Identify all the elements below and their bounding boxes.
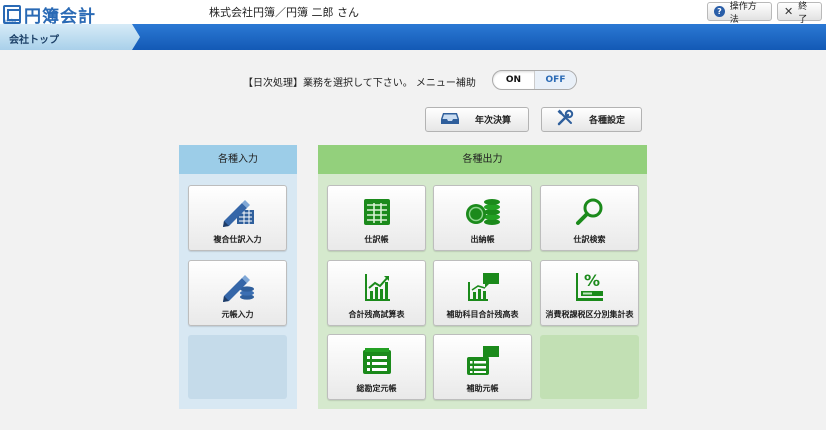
general-ledger-label: 総勘定元帳 — [356, 384, 397, 393]
journal-search-button[interactable]: 仕訳検索 — [540, 185, 639, 251]
chart-flag-icon — [465, 270, 501, 304]
percent-chart-icon: % — [574, 270, 606, 304]
general-ledger-button[interactable]: 総勘定元帳 — [327, 334, 426, 400]
settings-label: 各種設定 — [589, 116, 626, 126]
app-header: 円簿会計 株式会社円簿／円簿 二郎 さん ? 操作方法 ✕ 終了 — [0, 0, 826, 27]
input-panel-title: 各種入力 — [179, 145, 297, 174]
sub-ledger-button[interactable]: 補助元帳 — [433, 334, 532, 400]
sub-ledger-label: 補助元帳 — [466, 384, 499, 393]
menu-assist-toggle[interactable]: ON OFF — [492, 70, 577, 90]
exit-button[interactable]: ✕ 終了 — [777, 2, 822, 25]
journal-book-button[interactable]: 仕訳帳 — [327, 185, 426, 251]
tab-company-top-label: 会社トップ — [9, 35, 59, 46]
inbox-tray-icon — [440, 111, 460, 128]
help-button[interactable]: ? 操作方法 — [707, 2, 772, 25]
journal-book-label: 仕訳帳 — [364, 235, 389, 244]
trial-balance-label: 合計残高試算表 — [348, 310, 405, 319]
cash-book-button[interactable]: 出納帳 — [433, 185, 532, 251]
svg-text:%: % — [584, 271, 600, 290]
consumption-tax-summary-label: 消費税課税区分別集計表 — [545, 310, 634, 319]
toggle-on-option[interactable]: ON — [493, 71, 534, 89]
sub-account-balance-label: 補助科目合計残高表 — [446, 310, 519, 319]
spreadsheet-icon — [362, 195, 392, 229]
wrench-screwdriver-icon — [556, 109, 574, 130]
help-label: 操作方法 — [729, 1, 757, 25]
ledger-entry-label: 元帳入力 — [221, 310, 254, 319]
output-panel-title: 各種出力 — [318, 145, 647, 174]
magnifier-icon — [575, 195, 605, 229]
compound-journal-entry-label: 複合仕訳入力 — [213, 235, 262, 244]
ledger-list-icon — [361, 344, 393, 378]
tab-company-top[interactable]: 会社トップ — [0, 24, 140, 50]
consumption-tax-summary-button[interactable]: % 消費税課税区分別集計表 — [540, 260, 639, 326]
instruction-text: 【日次処理】業務を選択して下さい。 メニュー補助 — [243, 78, 476, 89]
toggle-off-option[interactable]: OFF — [534, 71, 576, 89]
trial-balance-button[interactable]: 合計残高試算表 — [327, 260, 426, 326]
sub-account-balance-button[interactable]: 補助科目合計残高表 — [433, 260, 532, 326]
cash-book-label: 出納帳 — [470, 235, 495, 244]
settings-button[interactable]: 各種設定 — [541, 107, 642, 132]
empty-slot — [188, 335, 287, 399]
yenbo-logo-icon — [3, 5, 21, 24]
coins-icon — [464, 195, 502, 229]
compound-journal-entry-button[interactable]: 複合仕訳入力 — [188, 185, 287, 251]
year-end-button[interactable]: 年次決算 — [425, 107, 529, 132]
nav-bar: 会社トップ — [0, 24, 826, 50]
exit-label: 終了 — [798, 1, 808, 25]
pencil-coins-icon — [220, 270, 256, 304]
empty-slot — [540, 335, 639, 399]
ledger-flag-icon — [465, 344, 501, 378]
bar-chart-icon — [362, 270, 392, 304]
company-user-name: 株式会社円簿／円簿 二郎 さん — [209, 6, 359, 19]
journal-search-label: 仕訳検索 — [573, 235, 606, 244]
ledger-entry-button[interactable]: 元帳入力 — [188, 260, 287, 326]
pencil-ledger-icon — [220, 195, 256, 229]
close-icon: ✕ — [784, 5, 794, 18]
question-icon: ? — [714, 6, 725, 17]
year-end-label: 年次決算 — [475, 116, 512, 126]
